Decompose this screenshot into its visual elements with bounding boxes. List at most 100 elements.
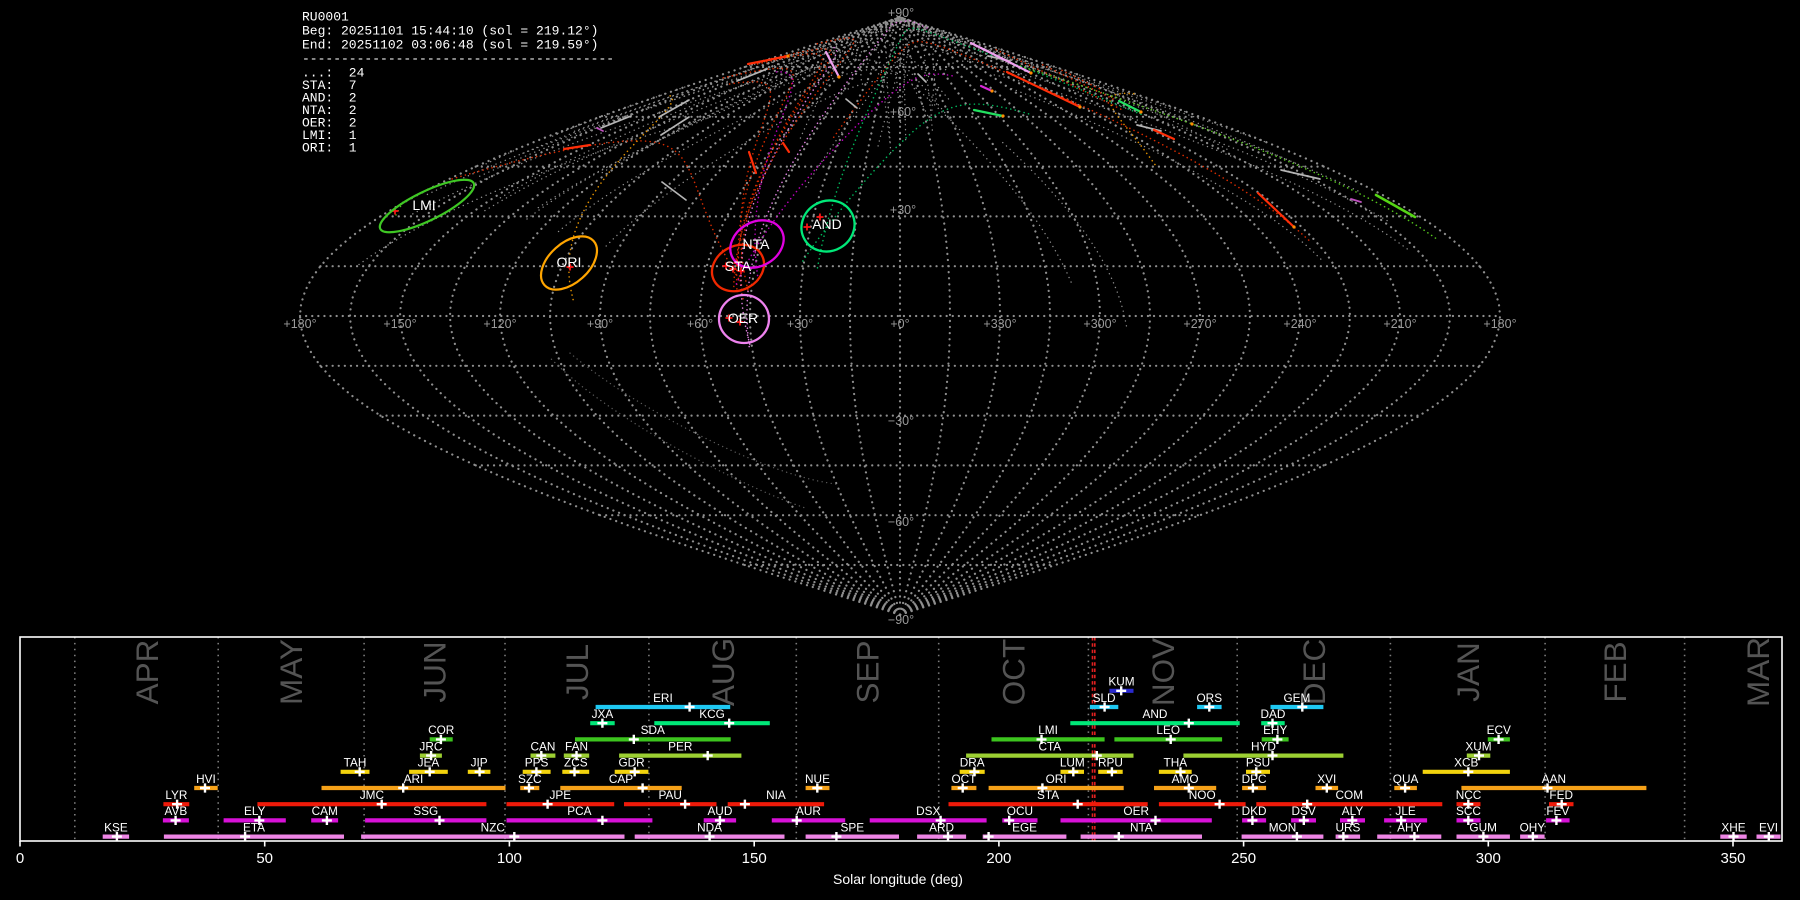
svg-text:50: 50 — [256, 850, 273, 867]
svg-text:URS: URS — [1335, 820, 1360, 834]
svg-text:+90°: +90° — [587, 317, 613, 331]
svg-text:OER: OER — [1123, 804, 1149, 818]
svg-text:ELY: ELY — [244, 804, 266, 818]
svg-text:CAM: CAM — [312, 804, 338, 818]
svg-text:CAN: CAN — [531, 739, 556, 753]
svg-text:Solar longitude (deg): Solar longitude (deg) — [833, 871, 963, 887]
svg-text:AAN: AAN — [1542, 772, 1566, 786]
svg-text:OER: OER — [728, 310, 758, 326]
svg-text:TAH: TAH — [344, 756, 367, 770]
svg-text:OCU: OCU — [1007, 804, 1033, 818]
svg-text:SZC: SZC — [518, 772, 542, 786]
svg-text:AMO: AMO — [1172, 772, 1199, 786]
svg-text:NDA: NDA — [697, 820, 722, 834]
svg-text:GDR: GDR — [618, 756, 644, 770]
svg-text:XCB: XCB — [1454, 756, 1478, 770]
svg-text:JMC: JMC — [360, 788, 385, 802]
svg-text:STA: STA — [1037, 788, 1059, 802]
svg-text:−90°: −90° — [888, 613, 914, 627]
svg-text:+0°: +0° — [890, 317, 909, 331]
svg-text:JEA: JEA — [418, 756, 440, 770]
svg-text:LUM: LUM — [1060, 756, 1085, 770]
svg-text:+180°: +180° — [283, 317, 316, 331]
svg-text:+270°: +270° — [1183, 317, 1216, 331]
svg-text:PPS: PPS — [525, 756, 549, 770]
svg-text:COM: COM — [1336, 788, 1364, 802]
svg-text:+90°: +90° — [888, 6, 914, 20]
svg-text:ORI: 1: ORI: 1 — [302, 141, 357, 156]
svg-text:ORS: ORS — [1197, 691, 1223, 705]
svg-text:+300°: +300° — [1083, 317, 1116, 331]
svg-text:+330°: +330° — [983, 317, 1016, 331]
svg-text:AND: AND — [1143, 707, 1168, 721]
svg-text:KSE: KSE — [104, 820, 128, 834]
svg-text:FAN: FAN — [565, 739, 588, 753]
svg-text:LYR: LYR — [165, 788, 187, 802]
svg-text:−30°: −30° — [888, 414, 914, 428]
svg-text:+30°: +30° — [890, 203, 916, 217]
svg-text:ALY: ALY — [1342, 804, 1364, 818]
svg-text:+60°: +60° — [687, 317, 713, 331]
svg-text:AUG: AUG — [705, 638, 741, 706]
svg-text:AND: AND — [812, 216, 842, 232]
svg-text:0: 0 — [16, 850, 24, 867]
svg-text:+120°: +120° — [483, 317, 516, 331]
svg-text:JUN: JUN — [417, 641, 453, 702]
svg-text:LMI: LMI — [412, 197, 435, 213]
svg-text:NTA: NTA — [743, 236, 771, 252]
svg-text:250: 250 — [1231, 850, 1256, 867]
svg-text:PAU: PAU — [659, 788, 682, 802]
svg-text:PSU: PSU — [1246, 756, 1270, 770]
svg-text:ERI: ERI — [653, 691, 673, 705]
svg-text:−60°: −60° — [888, 515, 914, 529]
svg-text:AHY: AHY — [1397, 820, 1421, 834]
svg-text:FED: FED — [1549, 788, 1573, 802]
svg-text:DRA: DRA — [960, 756, 985, 770]
svg-text:ZCS: ZCS — [564, 756, 588, 770]
svg-text:JXA: JXA — [592, 707, 614, 721]
svg-text:+30°: +30° — [787, 317, 813, 331]
svg-text:RU0001: RU0001 — [302, 10, 349, 25]
svg-text:GEM: GEM — [1283, 691, 1310, 705]
svg-text:COR: COR — [428, 723, 454, 737]
svg-text:NOV: NOV — [1145, 638, 1181, 706]
svg-text:NTA: NTA — [1130, 820, 1153, 834]
svg-text:MAR: MAR — [1740, 637, 1776, 707]
svg-text:MON: MON — [1269, 820, 1297, 834]
svg-text:SLD: SLD — [1093, 691, 1116, 705]
svg-text:FEV: FEV — [1546, 804, 1569, 818]
svg-text:AUD: AUD — [707, 804, 732, 818]
svg-text:NOO: NOO — [1189, 788, 1216, 802]
svg-text:ARD: ARD — [929, 820, 954, 834]
svg-text:200: 200 — [986, 850, 1011, 867]
svg-text:SEP: SEP — [850, 640, 886, 703]
svg-text:+210°: +210° — [1383, 317, 1416, 331]
svg-text:+180°: +180° — [1483, 317, 1516, 331]
svg-text:SDA: SDA — [641, 723, 665, 737]
svg-text:ECV: ECV — [1487, 723, 1511, 737]
svg-text:STA: STA — [725, 258, 752, 274]
svg-text:ARI: ARI — [404, 772, 424, 786]
svg-text:+240°: +240° — [1283, 317, 1316, 331]
svg-text:AUR: AUR — [796, 804, 821, 818]
svg-text:DAD: DAD — [1261, 707, 1286, 721]
svg-text:THA: THA — [1163, 756, 1187, 770]
svg-text:QUA: QUA — [1393, 772, 1419, 786]
svg-text:HVI: HVI — [196, 772, 216, 786]
svg-text:+150°: +150° — [383, 317, 416, 331]
svg-text:PER: PER — [668, 739, 692, 753]
svg-text:End: 20251102 03:06:48 (sol =: End: 20251102 03:06:48 (sol = 219.59°) — [302, 38, 598, 53]
svg-text:DKD: DKD — [1242, 804, 1267, 818]
svg-text:SPE: SPE — [840, 820, 864, 834]
svg-text:EHY: EHY — [1263, 723, 1287, 737]
svg-text:------------------------------: ---------------------------------------- — [302, 52, 614, 67]
svg-text:RPU: RPU — [1098, 756, 1123, 770]
svg-text:NIA: NIA — [766, 788, 786, 802]
svg-text:CAP: CAP — [609, 772, 633, 786]
svg-text:JRC: JRC — [419, 739, 442, 753]
svg-text:LEO: LEO — [1156, 723, 1180, 737]
svg-text:AVB: AVB — [165, 804, 188, 818]
svg-text:OHY: OHY — [1520, 820, 1546, 834]
svg-text:100: 100 — [497, 850, 522, 867]
svg-text:MAY: MAY — [273, 639, 309, 705]
